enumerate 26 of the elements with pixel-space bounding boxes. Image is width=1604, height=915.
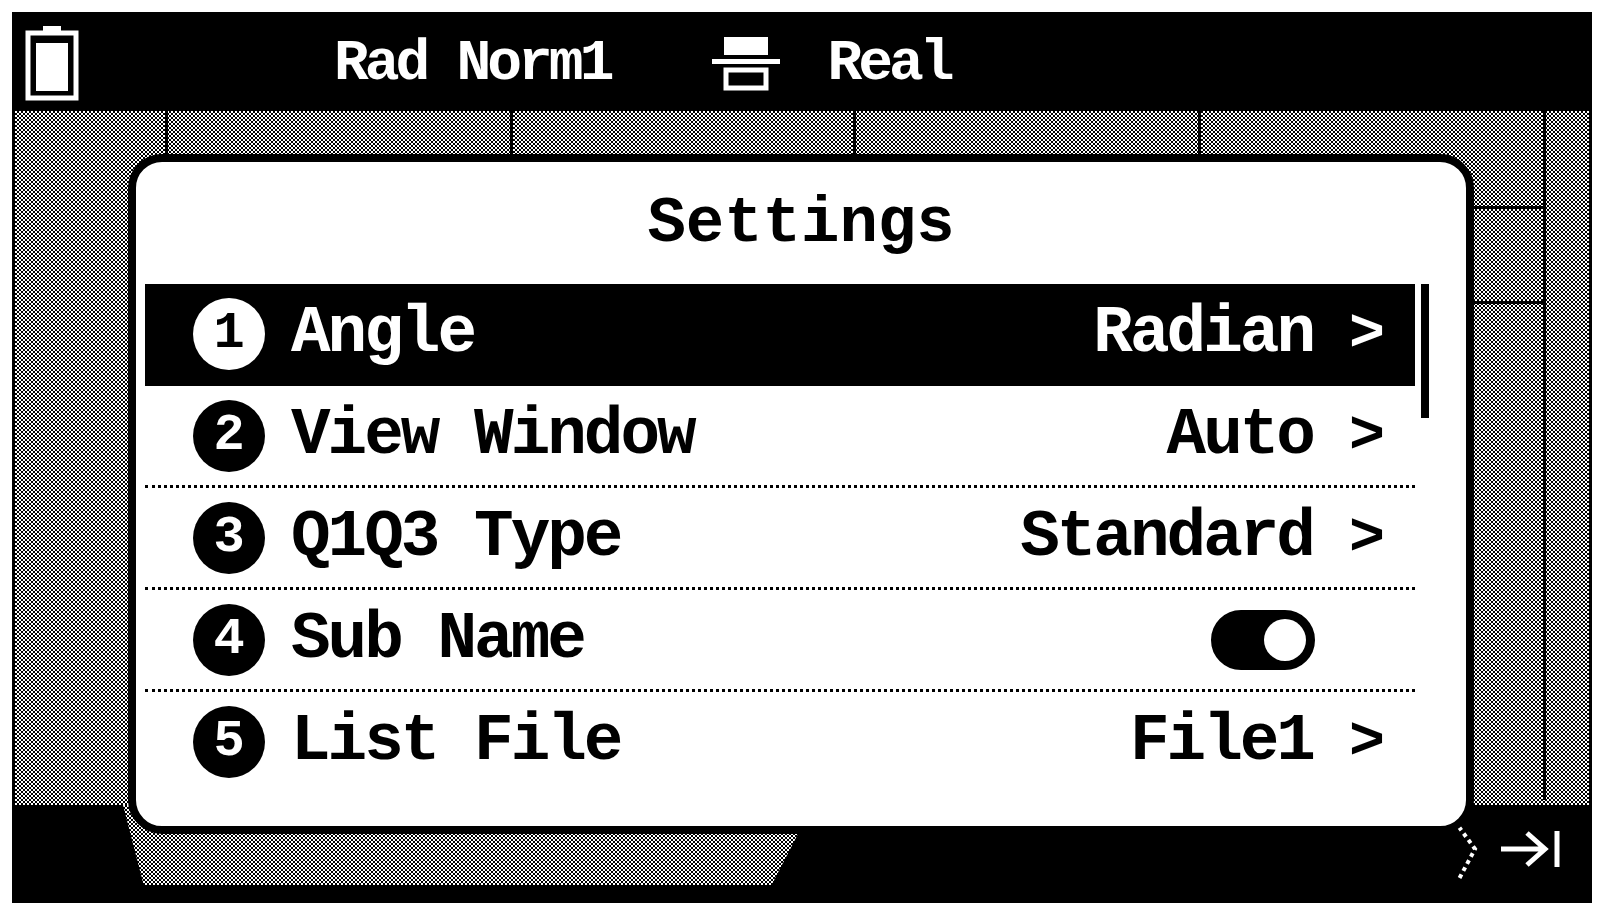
number-badge: 5 (193, 705, 265, 778)
number-badge: 3 (193, 501, 265, 574)
scroll-thumb[interactable] (1421, 284, 1429, 418)
display-mode: Norm1 (456, 29, 611, 98)
setting-value: File1 (1129, 703, 1313, 781)
number-badge: 1 (193, 297, 265, 370)
dialog-title: Settings (647, 187, 955, 262)
chevron: > (1349, 502, 1385, 574)
number-badge: 2 (193, 399, 265, 472)
setting-label: View Window (291, 397, 694, 475)
chevron: > (1349, 706, 1385, 778)
setting-label: Angle (291, 295, 475, 373)
chevron: > (1349, 400, 1385, 472)
printer-icon (710, 35, 783, 91)
angle-mode: Rad (334, 29, 427, 98)
setting-value: Standard (1020, 499, 1313, 577)
chevron: > (1349, 298, 1385, 370)
setting-label: Sub Name (291, 601, 584, 679)
setting-label: Q1Q3 Type (291, 499, 621, 577)
settings-row[interactable]: 1 Angle Radian > (145, 284, 1415, 386)
number-badge: 4 (193, 603, 265, 676)
setting-value: Radian (1093, 295, 1313, 373)
battery-icon (25, 25, 79, 101)
complex-mode: Real (827, 29, 951, 98)
setting-label: List File (291, 703, 621, 781)
setting-value: Auto (1166, 397, 1313, 475)
